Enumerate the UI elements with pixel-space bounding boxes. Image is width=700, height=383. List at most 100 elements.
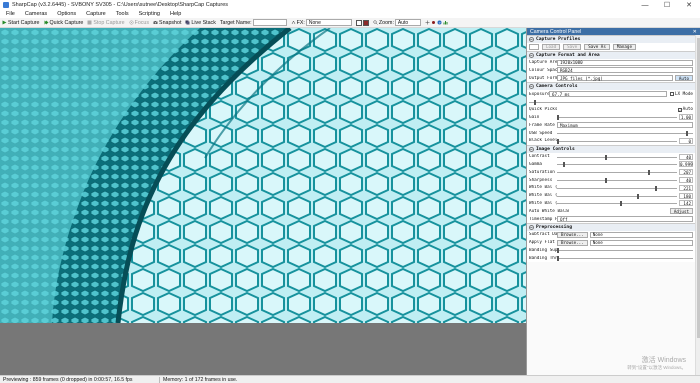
capture-area-select[interactable]: 1920x1080	[557, 59, 693, 66]
load-button[interactable]: Load	[542, 43, 561, 50]
adjust-button[interactable]: Adjust	[669, 208, 693, 215]
image-control-row: White Bal (R) 142	[527, 200, 700, 208]
exposure-auto-checkbox[interactable]: ✓ Auto	[677, 107, 693, 112]
colour-space-select[interactable]: RGB24	[557, 67, 693, 74]
viewer-empty-area	[0, 323, 526, 375]
color-picker-icon[interactable]	[431, 20, 436, 25]
collapse-icon[interactable]: −	[529, 37, 534, 42]
image-control-value[interactable]: 0.999	[679, 161, 693, 168]
focus-icon	[129, 20, 134, 25]
exposure-slider[interactable]	[529, 99, 693, 105]
panel-scrollbar[interactable]	[695, 35, 700, 375]
menu-cameras[interactable]: Cameras	[25, 11, 47, 17]
subtract-dark-label: Subtract Dark	[529, 232, 557, 238]
black-level-slider[interactable]	[557, 138, 677, 144]
image-control-value[interactable]: 40	[679, 153, 693, 160]
apply-flat-select[interactable]: None	[589, 239, 693, 246]
start-capture-button[interactable]: Start Capture	[2, 20, 40, 26]
histogram-icon[interactable]	[443, 20, 448, 25]
collapse-icon[interactable]: −	[529, 224, 534, 230]
image-control-label: White Bal (R)	[529, 200, 557, 206]
apply-flat-browse-button[interactable]: Browse...	[557, 239, 588, 246]
subtract-dark-select[interactable]: None	[589, 231, 693, 238]
image-control-slider[interactable]	[557, 154, 677, 160]
black-level-label: Black Level	[529, 138, 557, 144]
image-control-label: Contrast	[529, 154, 550, 160]
crosshair-icon[interactable]	[425, 20, 430, 25]
fx-select[interactable]: None	[305, 19, 352, 26]
output-format-row: Output Format JPG files (*.jpg) Auto	[527, 74, 700, 82]
banding-threshold-label: Banding Threshold	[529, 255, 557, 261]
black-level-value[interactable]: 0	[679, 137, 693, 144]
menu-capture[interactable]: Capture	[86, 11, 106, 17]
preprocessing-header[interactable]: − Preprocessing	[527, 223, 700, 231]
image-control-value[interactable]: 221	[679, 184, 693, 191]
capture-format-header[interactable]: − Capture Format and Area	[527, 51, 700, 59]
stop-capture-icon	[87, 20, 92, 25]
zoom-select[interactable]: Auto	[394, 19, 421, 26]
maximize-button[interactable]: ☐	[656, 0, 678, 10]
panel-close-button[interactable]: ✕	[693, 29, 700, 35]
gain-slider[interactable]	[557, 114, 677, 121]
banding-slider[interactable]	[557, 247, 693, 254]
timestamp-select[interactable]: Off	[557, 216, 693, 223]
exposure-input[interactable]: 67.7 ms	[549, 91, 667, 98]
menu-options[interactable]: Options	[57, 11, 76, 17]
target-name-input[interactable]	[252, 19, 287, 26]
camera-controls-header[interactable]: − Camera Controls	[527, 83, 700, 91]
image-control-value[interactable]: 40	[679, 177, 693, 184]
help-icon[interactable]: ?	[437, 20, 442, 25]
lx-mode-label: LX Mode	[674, 91, 693, 97]
gain-row: Gain 1.00	[527, 114, 700, 122]
preprocessing-title: Preprocessing	[536, 224, 572, 230]
collapse-icon[interactable]: −	[529, 146, 534, 152]
red-swatch[interactable]	[362, 19, 369, 26]
quick-capture-button[interactable]: Quick Capture	[44, 20, 83, 26]
usb-speed-slider[interactable]	[557, 130, 693, 137]
menu-file[interactable]: File	[6, 11, 15, 17]
menu-help[interactable]: Help	[170, 11, 181, 17]
image-controls-header[interactable]: − Image Controls	[527, 145, 700, 153]
menu-scripting[interactable]: Scripting	[139, 11, 160, 17]
image-control-slider[interactable]	[557, 185, 677, 191]
collapse-icon[interactable]: −	[529, 52, 534, 58]
minimize-button[interactable]: —	[634, 0, 656, 10]
collapse-icon[interactable]: −	[529, 84, 534, 90]
capture-profiles-header[interactable]: − Capture Profiles	[527, 36, 700, 43]
banding-threshold-slider[interactable]	[557, 255, 693, 262]
target-name-group: Target Name:	[220, 19, 287, 26]
focus-button[interactable]: Focus	[129, 20, 149, 26]
white-swatch[interactable]	[355, 19, 362, 26]
output-auto-button[interactable]: Auto	[674, 75, 693, 82]
stop-capture-button[interactable]: Stop Capture	[87, 20, 125, 26]
image-control-slider[interactable]	[557, 177, 677, 184]
output-format-select[interactable]: JPG files (*.jpg)	[557, 75, 673, 82]
frame-rate-select[interactable]: Maximum	[557, 122, 693, 129]
image-control-value[interactable]: 207	[679, 169, 693, 176]
image-viewer[interactable]	[0, 28, 526, 323]
gain-value[interactable]: 1.00	[679, 114, 693, 121]
zoom-icon	[373, 20, 378, 25]
frame-rate-label: Frame Rate Limit	[529, 122, 557, 128]
manage-button[interactable]: Manage	[612, 43, 636, 50]
save-as-button[interactable]: Save As	[584, 43, 610, 50]
window-buttons: — ☐ ✕	[634, 0, 700, 10]
image-control-value[interactable]: 180	[679, 192, 693, 199]
live-stack-button[interactable]: Live Stack	[185, 20, 216, 26]
start-capture-label: Start Capture	[8, 19, 40, 26]
lx-mode-checkbox[interactable]: LX Mode	[669, 91, 693, 97]
snapshot-label: Snapshot	[159, 19, 182, 26]
close-button[interactable]: ✕	[678, 0, 700, 10]
image-control-slider[interactable]	[557, 193, 677, 199]
snapshot-button[interactable]: Snapshot	[153, 20, 181, 26]
focus-label: Focus	[134, 19, 150, 26]
subtract-dark-browse-button[interactable]: Browse...	[557, 231, 588, 238]
menu-tools[interactable]: Tools	[116, 11, 129, 17]
image-control-slider[interactable]	[557, 200, 677, 207]
image-control-slider[interactable]	[557, 161, 677, 168]
save-button[interactable]: Save	[563, 43, 582, 50]
profile-select[interactable]	[529, 43, 539, 50]
image-control-label: Sharpness	[529, 177, 553, 183]
image-control-slider[interactable]	[557, 169, 677, 176]
image-control-value[interactable]: 142	[679, 200, 693, 207]
